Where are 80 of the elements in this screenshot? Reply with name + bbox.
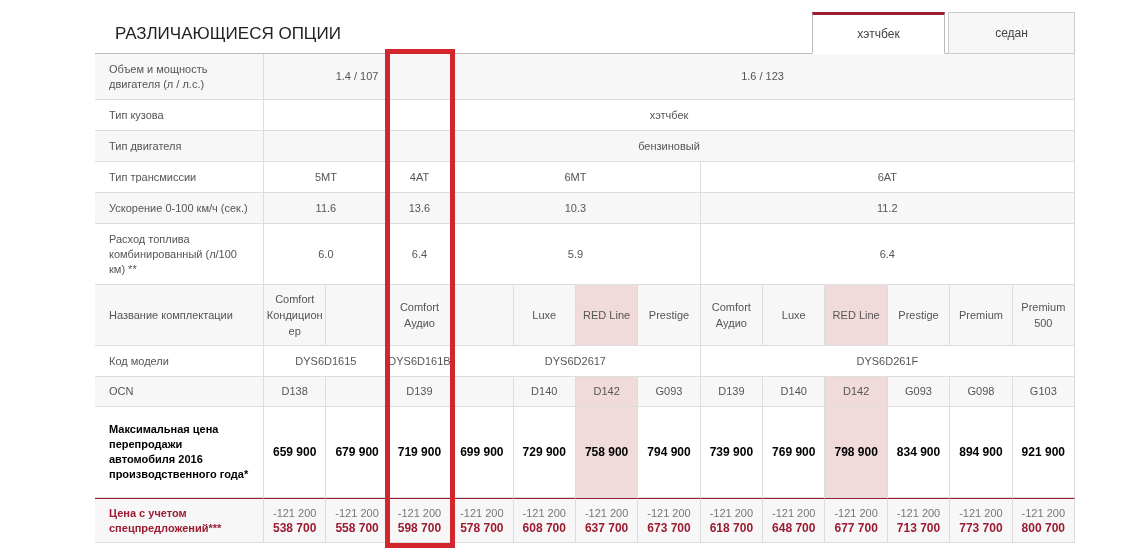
- discounted-price: 773 700: [959, 520, 1003, 536]
- table-cell: 6.4: [700, 224, 1075, 285]
- table-cell: Comfort Аудио: [388, 285, 452, 346]
- table-cell: D139: [388, 377, 452, 407]
- discount-amount: -121 200: [522, 505, 566, 521]
- row-label: Максимальная цена перепродажи автомобиля 2016 производственного года*: [95, 407, 264, 498]
- table-cell: 894 900: [950, 407, 1013, 498]
- table-cell: D142: [575, 377, 639, 407]
- table-cell: RED Line: [825, 285, 888, 346]
- discount-amount: -121 200: [959, 505, 1003, 521]
- discounted-price: 618 700: [709, 520, 754, 536]
- row-label: Тип кузова: [95, 100, 264, 131]
- discount-amount: -121 200: [397, 505, 442, 521]
- table-cell: 798 900: [825, 407, 888, 498]
- table-cell: D138: [264, 377, 327, 407]
- table-cell: Prestige: [638, 285, 701, 346]
- table-cell: D140: [513, 377, 576, 407]
- table-cell: 6AT: [700, 162, 1075, 193]
- table-cell: Luxe: [763, 285, 826, 346]
- table-cell: D140: [763, 377, 826, 407]
- table-cell: Premium 500: [1012, 285, 1075, 346]
- discounted-price: 578 700: [460, 520, 504, 536]
- table-cell: Premium: [950, 285, 1013, 346]
- discount-amount: -121 200: [460, 505, 504, 521]
- discounted-price: 648 700: [772, 520, 816, 536]
- row-label: Расход топлива комбинированный (л/100 км) **: [95, 224, 264, 285]
- tab[interactable]: седан: [948, 12, 1075, 54]
- table-cell: Luxe: [513, 285, 576, 346]
- table-cell: Prestige: [887, 285, 951, 346]
- table-cell: 794 900: [638, 407, 701, 498]
- discounted-price: 713 700: [896, 520, 941, 536]
- table-cell: 729 900: [513, 407, 576, 498]
- table-cell: 769 900: [763, 407, 826, 498]
- discount-amount: -121 200: [584, 505, 629, 521]
- table-cell: 834 900: [887, 407, 951, 498]
- table-cell: 1.4 / 107: [264, 54, 452, 100]
- table-cell: RED Line: [575, 285, 639, 346]
- table-cell: 758 900: [575, 407, 639, 498]
- row-label: Тип двигателя: [95, 131, 264, 162]
- table-cell: 11.2: [700, 193, 1075, 224]
- discount-amount: -121 200: [772, 505, 816, 521]
- tab[interactable]: хэтчбек: [812, 12, 945, 54]
- discount-amount: -121 200: [1021, 505, 1065, 521]
- discounted-price: 637 700: [584, 520, 629, 536]
- discounted-price: 598 700: [397, 520, 442, 536]
- discount-amount: -121 200: [335, 505, 379, 521]
- table-cell: бензиновый: [264, 131, 1075, 162]
- table-cell: DYS6D261F: [700, 346, 1075, 377]
- table-cell: G103: [1012, 377, 1075, 407]
- table-cell: D139: [700, 377, 764, 407]
- table-cell: 13.6: [388, 193, 452, 224]
- table-cell: 739 900: [700, 407, 764, 498]
- discounted-price: 677 700: [834, 520, 878, 536]
- row-label: Ускорение 0-100 км/ч (сек.): [95, 193, 264, 224]
- discount-amount: -121 200: [647, 505, 691, 521]
- row-label: Цена с учетом спецпредложений***: [95, 498, 264, 543]
- table-cell: G093: [638, 377, 701, 407]
- row-label: OCN: [95, 377, 264, 407]
- discounted-price: 673 700: [647, 520, 691, 536]
- row-label: Тип трансмиссии: [95, 162, 264, 193]
- discount-amount: -121 200: [834, 505, 878, 521]
- discounted-price: 558 700: [335, 520, 379, 536]
- table-cell: Comfort Кондиционер: [264, 285, 327, 346]
- table-cell: 921 900: [1012, 407, 1075, 498]
- row-label: Код модели: [95, 346, 264, 377]
- table-cell: 659 900: [264, 407, 327, 498]
- row-label: Объем и мощность двигателя (л / л.с.): [95, 54, 264, 100]
- discount-amount: -121 200: [709, 505, 754, 521]
- table-cell: G098: [950, 377, 1013, 407]
- discount-amount: -121 200: [272, 505, 317, 521]
- discounted-price: 608 700: [522, 520, 566, 536]
- discount-amount: -121 200: [896, 505, 941, 521]
- table-cell: хэтчбек: [264, 100, 1075, 131]
- section-title: РАЗЛИЧАЮЩИЕСЯ ОПЦИИ: [115, 24, 341, 44]
- discounted-price: 538 700: [273, 520, 317, 536]
- table-cell: Comfort Аудио: [700, 285, 764, 346]
- row-label: Название комплектации: [95, 285, 264, 346]
- discounted-price: 800 700: [1021, 520, 1065, 536]
- table-cell: G093: [887, 377, 951, 407]
- table-cell: D142: [825, 377, 888, 407]
